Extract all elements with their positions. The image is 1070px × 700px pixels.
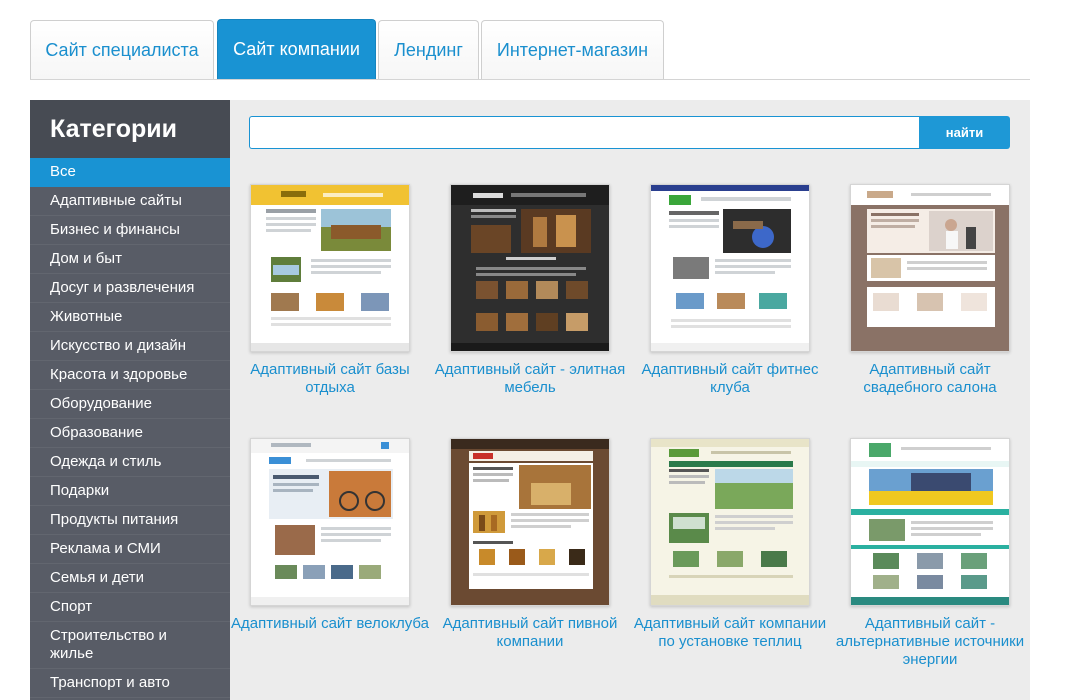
category-item-food[interactable]: Продукты питания <box>30 506 230 535</box>
template-thumbnail[interactable] <box>250 438 410 606</box>
templates-panel: найти Адаптивный сайт базы отдыха Адапти… <box>230 100 1030 700</box>
template-title[interactable]: Адаптивный сайт базы отдыха <box>230 361 430 397</box>
furniture-site-preview <box>451 185 609 351</box>
template-thumbnail[interactable] <box>650 184 810 352</box>
beer-company-site-preview <box>451 439 609 605</box>
template-thumbnail[interactable] <box>250 184 410 352</box>
template-thumbnail[interactable] <box>650 438 810 606</box>
template-thumbnail[interactable] <box>850 184 1010 352</box>
category-item-clothing[interactable]: Одежда и стиль <box>30 448 230 477</box>
category-item-animals[interactable]: Животные <box>30 303 230 332</box>
category-item-equipment[interactable]: Оборудование <box>30 390 230 419</box>
tab-landing[interactable]: Лендинг <box>378 20 479 79</box>
category-item-education[interactable]: Образование <box>30 419 230 448</box>
template-title[interactable]: Адаптивный сайт пивной компании <box>430 615 630 651</box>
resort-site-preview <box>251 185 409 351</box>
category-item-beauty-health[interactable]: Красота и здоровье <box>30 361 230 390</box>
template-title[interactable]: Адаптивный сайт - альтернативные источни… <box>830 615 1030 669</box>
greenhouse-site-preview <box>651 439 809 605</box>
fitness-site-preview <box>651 185 809 351</box>
category-item-art-design[interactable]: Искусство и дизайн <box>30 332 230 361</box>
template-thumbnail[interactable] <box>450 184 610 352</box>
tab-company-site[interactable]: Сайт компании <box>217 19 376 79</box>
energy-site-preview <box>851 439 1009 605</box>
category-item-sport[interactable]: Спорт <box>30 593 230 622</box>
tab-online-store[interactable]: Интернет-магазин <box>481 20 664 79</box>
category-item-leisure[interactable]: Досуг и развлечения <box>30 274 230 303</box>
template-title[interactable]: Адаптивный сайт компании по установке те… <box>630 615 830 651</box>
template-type-tabs: Сайт специалиста Сайт компании Лендинг И… <box>30 19 1030 80</box>
category-list: Все Адаптивные сайты Бизнес и финансы До… <box>30 158 230 698</box>
template-thumbnail[interactable] <box>450 438 610 606</box>
bike-club-site-preview <box>251 439 409 605</box>
template-title[interactable]: Адаптивный сайт - элитная мебель <box>430 361 630 397</box>
search-bar: найти <box>249 116 1010 149</box>
template-thumbnail[interactable] <box>850 438 1010 606</box>
category-item-gifts[interactable]: Подарки <box>30 477 230 506</box>
tab-specialist-site[interactable]: Сайт специалиста <box>30 20 214 79</box>
category-item-construction[interactable]: Строительство и жилье <box>30 622 230 669</box>
template-title[interactable]: Адаптивный сайт фитнес клуба <box>630 361 830 397</box>
search-input[interactable] <box>249 116 919 149</box>
category-item-family[interactable]: Семья и дети <box>30 564 230 593</box>
search-button[interactable]: найти <box>919 116 1010 149</box>
categories-sidebar: Категории Все Адаптивные сайты Бизнес и … <box>30 100 230 700</box>
template-title[interactable]: Адаптивный сайт велоклуба <box>230 615 430 633</box>
category-item-home[interactable]: Дом и быт <box>30 245 230 274</box>
category-item-adaptive[interactable]: Адаптивные сайты <box>30 187 230 216</box>
category-item-media[interactable]: Реклама и СМИ <box>30 535 230 564</box>
category-item-transport[interactable]: Транспорт и авто <box>30 669 230 698</box>
category-item-all[interactable]: Все <box>30 158 230 187</box>
template-title[interactable]: Адаптивный сайт свадебного салона <box>830 361 1030 397</box>
wedding-site-preview <box>851 185 1009 351</box>
category-item-business[interactable]: Бизнес и финансы <box>30 216 230 245</box>
sidebar-title: Категории <box>30 100 230 158</box>
